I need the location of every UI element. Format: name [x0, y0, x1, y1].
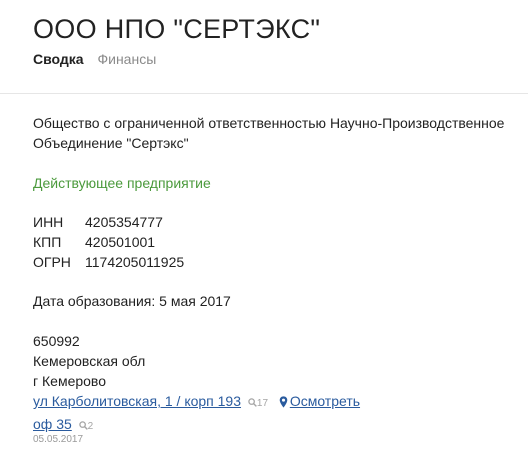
- street-count-value: 17: [256, 398, 269, 409]
- ogrn-label: ОГРН: [33, 254, 71, 270]
- ogrn-row: ОГРН 1174205011925: [33, 252, 184, 272]
- kpp-row: КПП 420501001: [33, 232, 184, 252]
- inn-row: ИНН 4205354777: [33, 212, 184, 232]
- full-name-line-1: Общество с ограниченной ответственностью…: [33, 115, 505, 131]
- page-title: ООО НПО "СЕРТЭКС": [33, 14, 321, 44]
- inn-label: ИНН: [33, 214, 64, 230]
- address: 650992 Кемеровская обл г Кемерово ул Кар…: [33, 331, 360, 437]
- street-link[interactable]: ул Карболитовская, 1 / корп 193: [33, 393, 241, 409]
- company-full-name: Общество с ограниченной ответственностью…: [33, 113, 523, 153]
- full-name-line-2: Объединение "Сертэкс": [33, 135, 189, 151]
- address-street-line: ул Карболитовская, 1 / корп 193 17 Осмот…: [33, 391, 360, 414]
- ogrn-value: 1174205011925: [85, 254, 185, 270]
- address-date: 05.05.2017: [33, 434, 84, 445]
- office-count-value: 2: [87, 421, 94, 432]
- address-city: г Кемерово: [33, 373, 106, 389]
- office-count[interactable]: 2: [78, 421, 94, 432]
- tab-finances[interactable]: Финансы: [97, 51, 156, 67]
- address-region: Кемеровская обл: [33, 353, 146, 369]
- magnifier-icon: [248, 398, 257, 407]
- inn-value: 4205354777: [85, 214, 163, 230]
- view-on-map-link[interactable]: Осмотреть: [290, 393, 360, 409]
- requisites: ИНН 4205354777 КПП 420501001 ОГРН 117420501…: [33, 212, 184, 272]
- divider: [0, 93, 528, 94]
- kpp-value: 420501001: [85, 234, 156, 250]
- registration-date: Дата образования: 5 мая 2017: [33, 293, 231, 309]
- postal-code: 650992: [33, 333, 80, 349]
- status-text: Действующее предприятие: [33, 175, 211, 191]
- tab-summary[interactable]: Сводка: [33, 51, 84, 67]
- street-count[interactable]: 17: [248, 398, 271, 409]
- kpp-label: КПП: [33, 234, 62, 250]
- magnifier-icon: [78, 421, 88, 430]
- tabs: Сводка Финансы: [33, 51, 166, 67]
- map-pin-icon[interactable]: [279, 396, 288, 408]
- office-link[interactable]: оф 35: [33, 416, 72, 432]
